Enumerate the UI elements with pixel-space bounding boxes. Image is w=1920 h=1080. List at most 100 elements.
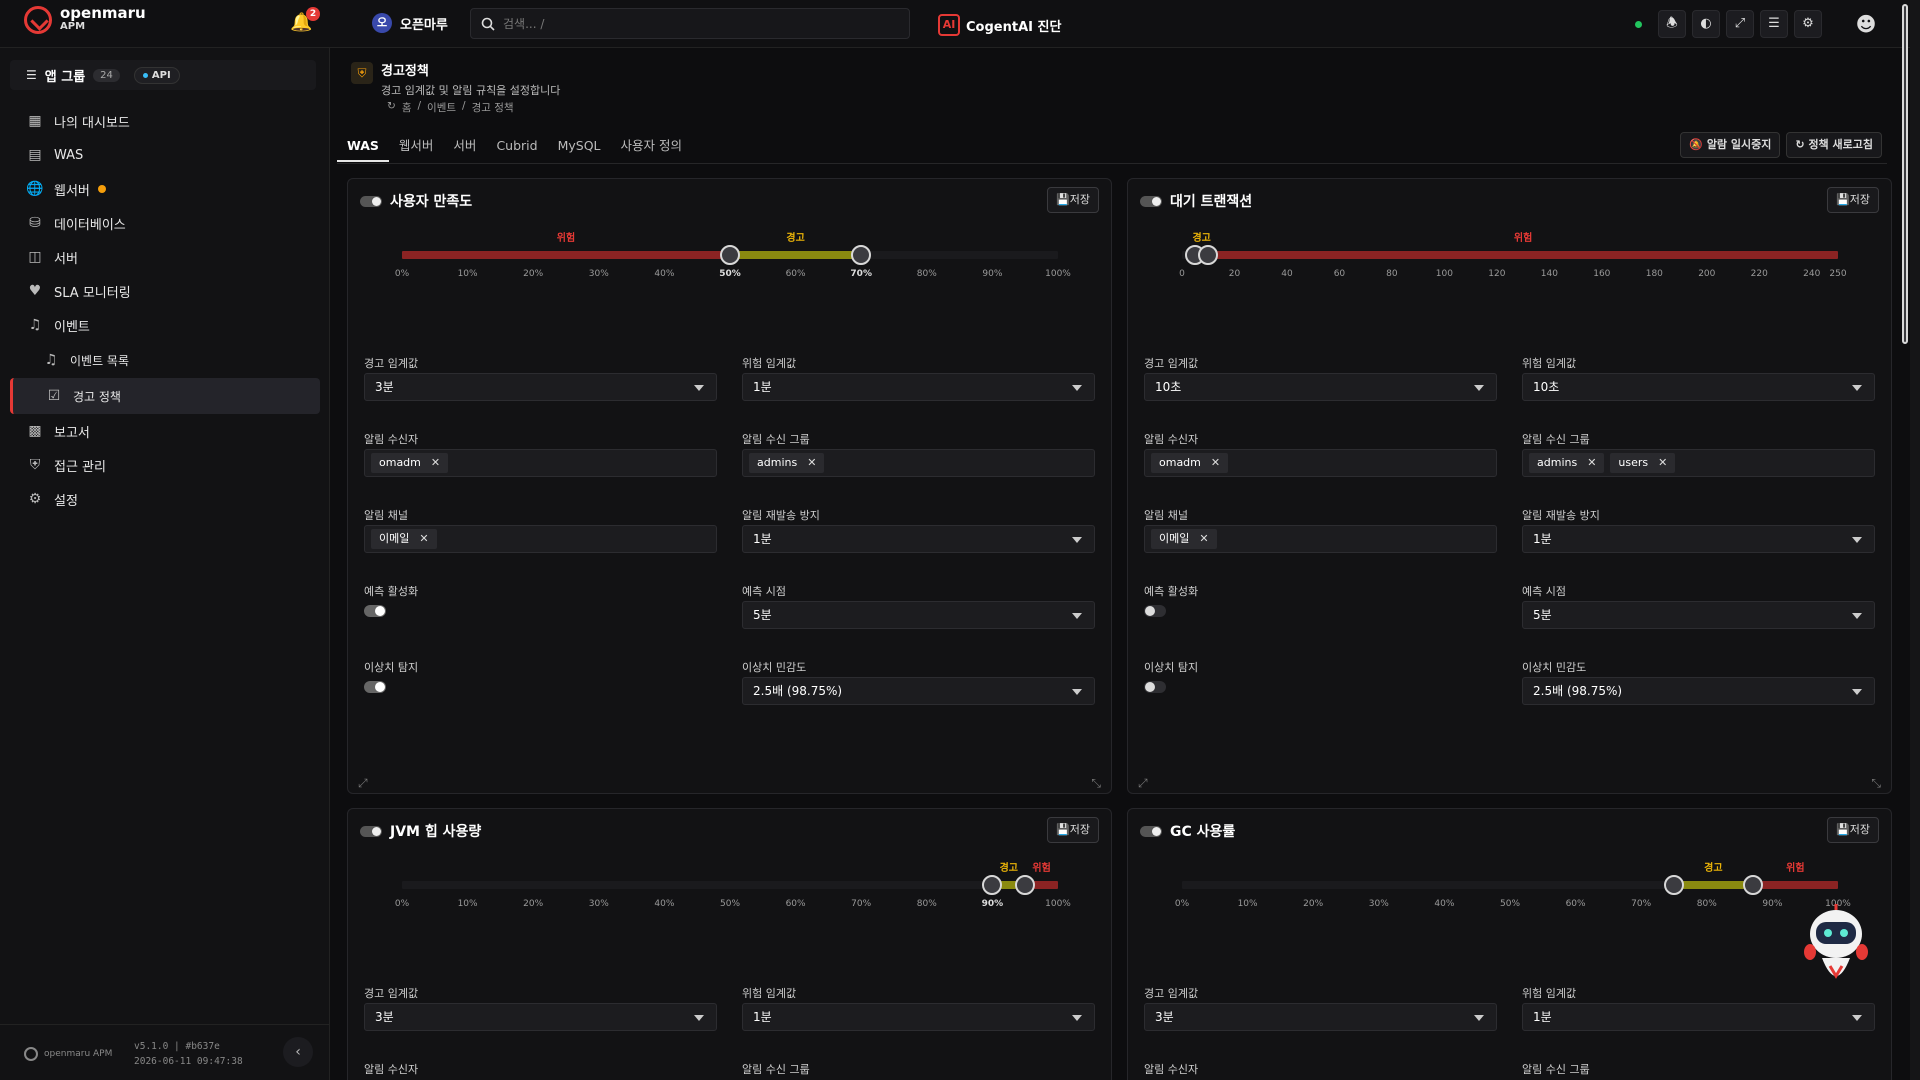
danger-threshold-select[interactable]: 10초 — [1522, 373, 1875, 401]
slider-tick-label: 120 — [1488, 269, 1506, 279]
slider-tick-label: 40% — [1434, 899, 1455, 909]
anomaly-detect-toggle[interactable] — [364, 681, 386, 693]
collapse-sidebar-button[interactable]: ‹ — [283, 1037, 313, 1067]
recipient-groups-tag-input[interactable]: admins ✕ — [742, 449, 1095, 477]
resize-handle-icon[interactable]: ⤡ — [1091, 776, 1101, 791]
threshold-slider[interactable]: 경고 위험 0 20 40 60 80 100 120 140 160 180 200 220 240 250 — [1128, 229, 1891, 301]
threshold-slider[interactable]: 위험 경고 0% 10% 20% 30% 40% 50% 60% 70% 80% 90% 100% — [348, 229, 1111, 301]
danger-threshold-select[interactable]: 1분 — [742, 373, 1095, 401]
recipients-tag-input[interactable]: omadm ✕ — [1144, 449, 1497, 477]
danger-threshold-select[interactable]: 1분 — [742, 1003, 1095, 1031]
theme-toggle-button[interactable]: ◐ — [1692, 10, 1720, 38]
remove-tag-icon[interactable]: ✕ — [1587, 453, 1596, 473]
danger-threshold-select[interactable]: 1분 — [1522, 1003, 1875, 1031]
resend-guard-select[interactable]: 1분 — [1522, 525, 1875, 553]
sidebar-item-webserver[interactable]: 🌐 웹서버 — [10, 172, 320, 206]
policy-card: 사용자 만족도 💾저장 위험 경고 0% 10% 20% 30% 40% 50% 60% 70% 80%… — [347, 178, 1112, 794]
sidebar-item-alert-policy[interactable]: ☑ 경고 정책 — [10, 378, 320, 414]
warn-threshold-select[interactable]: 3분 — [1144, 1003, 1497, 1031]
fullscreen-button[interactable]: ⤢ — [1726, 10, 1754, 38]
page-scrollbar[interactable] — [1902, 0, 1920, 1080]
anomaly-sensitivity-select[interactable]: 2.5배 (98.75%) — [1522, 677, 1875, 705]
remove-tag-icon[interactable]: ✕ — [431, 453, 440, 473]
predict-time-select[interactable]: 5분 — [742, 601, 1095, 629]
tab-custom[interactable]: 사용자 정의 — [611, 130, 692, 162]
settings-button[interactable]: ⚙ — [1794, 10, 1822, 38]
breadcrumb-home[interactable]: 홈 — [402, 100, 412, 115]
predict-enable-toggle[interactable] — [1144, 605, 1166, 617]
slider-tick-label: 80% — [916, 899, 937, 909]
remove-tag-icon[interactable]: ✕ — [1658, 453, 1667, 473]
resize-handle-icon[interactable]: ⤢ — [1138, 776, 1148, 791]
danger-threshold-handle[interactable] — [1198, 245, 1219, 265]
assistant-robot-mascot[interactable] — [1800, 900, 1872, 992]
remove-tag-icon[interactable]: ✕ — [419, 529, 428, 549]
remove-tag-icon[interactable]: ✕ — [807, 453, 816, 473]
warning-threshold-handle[interactable] — [982, 875, 1003, 895]
tab-webserver[interactable]: 웹서버 — [389, 130, 444, 162]
alerts-bell-button[interactable]: 🕭 — [1658, 10, 1686, 38]
expand-icon: ⤢ — [1734, 16, 1746, 31]
resend-guard-select[interactable]: 1분 — [742, 525, 1095, 553]
remove-tag-icon[interactable]: ✕ — [1199, 529, 1208, 549]
cogent-ai-button[interactable]: AI CogentAI 진단 — [938, 14, 1061, 36]
save-button[interactable]: 💾저장 — [1047, 817, 1099, 843]
danger-threshold-handle[interactable] — [1015, 875, 1036, 895]
sidebar-item-dashboard[interactable]: ▦ 나의 대시보드 — [10, 104, 320, 138]
sidebar-item-server[interactable]: ◫ 서버 — [10, 240, 320, 274]
channels-tag-input[interactable]: 이메일 ✕ — [364, 525, 717, 553]
user-account-button[interactable]: ☻ — [1852, 10, 1880, 38]
brand-logo[interactable]: openmaru APM — [24, 6, 146, 34]
anomaly-detect-toggle[interactable] — [1144, 681, 1166, 693]
save-button[interactable]: 💾저장 — [1047, 187, 1099, 213]
api-badge[interactable]: API — [133, 66, 180, 84]
save-button[interactable]: 💾저장 — [1827, 817, 1879, 843]
app-group-selector[interactable]: ☰ 앱 그룹 24 API — [10, 60, 316, 90]
resize-handle-icon[interactable]: ⤡ — [1871, 776, 1881, 791]
breadcrumb-events[interactable]: 이벤트 — [427, 100, 456, 115]
save-button[interactable]: 💾저장 — [1827, 187, 1879, 213]
recipients-tag-input[interactable]: omadm ✕ — [364, 449, 717, 477]
sidebar-item-event-list[interactable]: ♫ 이벤트 목록 — [10, 342, 320, 378]
workspace-switcher[interactable]: 오 오픈마루 — [372, 13, 448, 33]
notifications-button[interactable]: 🔔 2 — [290, 7, 320, 36]
predict-time-select[interactable]: 5분 — [1522, 601, 1875, 629]
policy-enable-toggle[interactable] — [1140, 825, 1162, 837]
policy-enable-toggle[interactable] — [1140, 195, 1162, 207]
anomaly-sensitivity-select[interactable]: 2.5배 (98.75%) — [742, 677, 1095, 705]
menu-button[interactable]: ☰ — [1760, 10, 1788, 38]
remove-tag-icon[interactable]: ✕ — [1211, 453, 1220, 473]
pause-alarms-button[interactable]: 🔕 알람 일시중지 — [1680, 132, 1781, 158]
warn-threshold-select[interactable]: 10초 — [1144, 373, 1497, 401]
global-search[interactable] — [470, 8, 910, 39]
recipient-groups-tag-input[interactable]: admins ✕ users ✕ — [1522, 449, 1875, 477]
danger-threshold-handle[interactable] — [851, 245, 872, 265]
resize-handle-icon[interactable]: ⤢ — [358, 776, 368, 791]
sidebar-item-sla[interactable]: ♥ SLA 모니터링 — [10, 274, 320, 308]
danger-range-track — [1208, 251, 1838, 259]
warn-threshold-select[interactable]: 3분 — [364, 373, 717, 401]
danger-threshold-handle[interactable] — [1742, 875, 1763, 895]
policy-enable-toggle[interactable] — [360, 825, 382, 837]
tab-mysql[interactable]: MySQL — [548, 130, 611, 162]
channels-tag-input[interactable]: 이메일 ✕ — [1144, 525, 1497, 553]
sidebar-item-settings[interactable]: ⚙ 설정 — [10, 482, 320, 516]
refresh-icon[interactable]: ↻ — [387, 100, 396, 115]
sidebar-item-events[interactable]: ♫ 이벤트 — [10, 308, 320, 342]
tab-server[interactable]: 서버 — [443, 130, 486, 162]
tab-was[interactable]: WAS — [337, 130, 389, 162]
warning-threshold-handle[interactable] — [1664, 875, 1684, 895]
predict-enable-toggle[interactable] — [364, 605, 386, 617]
refresh-policy-button[interactable]: ↻ 정책 새로고침 — [1786, 132, 1882, 158]
policy-enable-toggle[interactable] — [360, 195, 382, 207]
sidebar-item-access[interactable]: ⛨ 접근 관리 — [10, 448, 320, 482]
sidebar-item-reports[interactable]: ▩ 보고서 — [10, 414, 320, 448]
tab-cubrid[interactable]: Cubrid — [486, 130, 547, 162]
search-input[interactable] — [503, 16, 883, 31]
threshold-slider[interactable]: 경고 위험 0% 10% 20% 30% 40% 50% 60% 70% 80% 90% 100% — [348, 859, 1111, 931]
sidebar-item-was[interactable]: ▤ WAS — [10, 138, 320, 172]
threshold-slider[interactable]: 경고 위험 0% 10% 20% 30% 40% 50% 60% 70% 80% 90% 100% — [1128, 859, 1891, 931]
warning-threshold-handle[interactable] — [720, 245, 740, 265]
warn-threshold-select[interactable]: 3분 — [364, 1003, 717, 1031]
sidebar-item-database[interactable]: ⛁ 데이터베이스 — [10, 206, 320, 240]
